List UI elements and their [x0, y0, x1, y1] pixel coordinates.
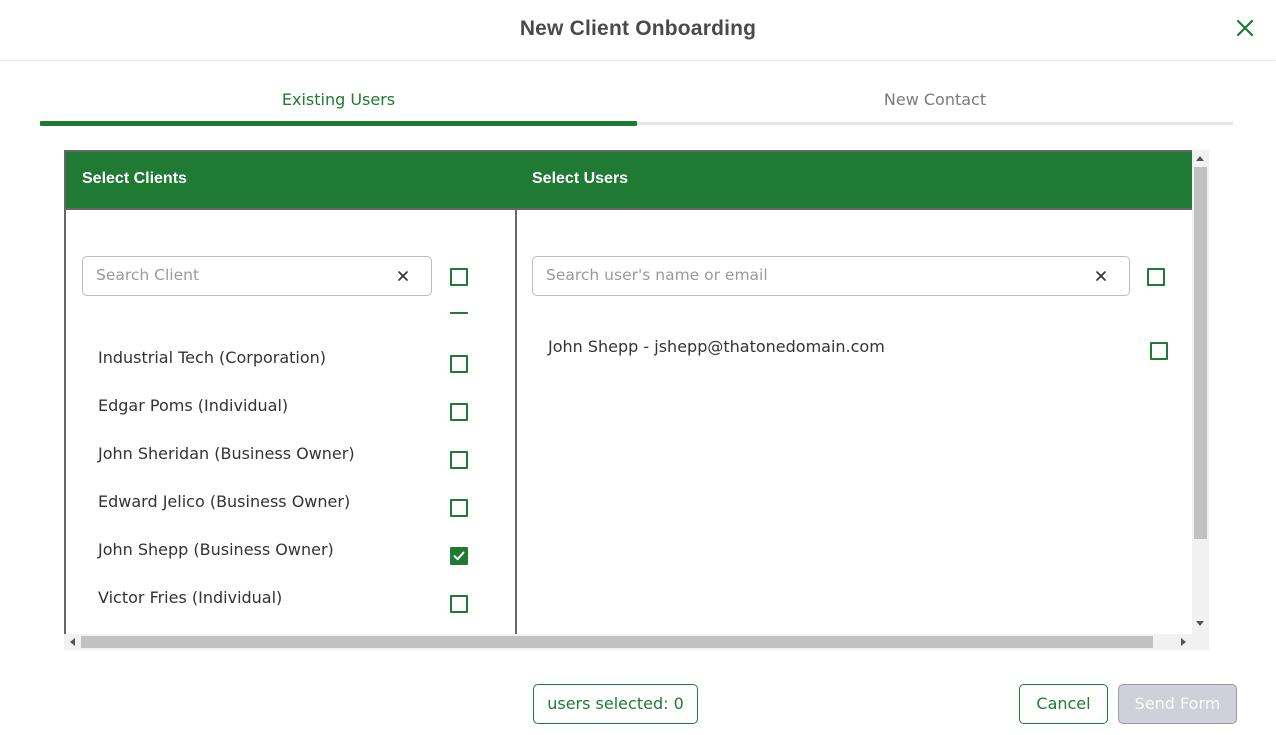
- dialog-title: New Client Onboarding: [519, 17, 757, 40]
- scroll-down-arrow-icon[interactable]: [1196, 621, 1204, 626]
- client-search-input[interactable]: [96, 266, 375, 284]
- client-label[interactable]: Edgar Poms (Individual): [98, 396, 288, 415]
- horizontal-scroll-thumb[interactable]: [81, 636, 1153, 648]
- clients-panel-header: Select Clients: [66, 152, 515, 210]
- client-label[interactable]: John Shepp (Business Owner): [98, 540, 334, 559]
- users-selected-counter: users selected: 0: [533, 684, 698, 724]
- client-checkbox[interactable]: [450, 595, 468, 613]
- scroll-left-arrow-icon[interactable]: [70, 638, 75, 646]
- selection-panels: Select Clients Industrial Tech (Corporat…: [64, 150, 1209, 650]
- select-all-clients-checkbox[interactable]: [450, 268, 468, 286]
- checkmark-icon: [453, 551, 465, 561]
- client-label[interactable]: Edward Jelico (Business Owner): [98, 492, 350, 511]
- user-label[interactable]: John Shepp - jshepp@thatonedomain.com: [548, 337, 885, 356]
- client-checkbox[interactable]: [450, 355, 468, 373]
- client-label[interactable]: John Sheridan (Business Owner): [98, 444, 355, 463]
- vertical-scrollbar[interactable]: [1192, 150, 1209, 634]
- tab-existing-users[interactable]: Existing Users: [40, 90, 637, 112]
- user-checkbox[interactable]: [1150, 342, 1168, 360]
- client-label[interactable]: Victor Fries (Individual): [98, 588, 282, 607]
- scroll-up-arrow-icon[interactable]: [1196, 156, 1204, 161]
- user-search-input[interactable]: [546, 266, 1023, 284]
- users-panel-title: Select Users: [532, 170, 629, 187]
- clear-client-search-icon[interactable]: [396, 269, 410, 283]
- users-panel-header: Select Users: [515, 152, 1193, 210]
- client-checkbox-checked[interactable]: [450, 547, 468, 565]
- tab-new-contact[interactable]: New Contact: [637, 90, 1233, 112]
- clients-panel: Select Clients Industrial Tech (Corporat…: [64, 150, 517, 634]
- client-checkbox[interactable]: [450, 403, 468, 421]
- client-search-box: [82, 256, 432, 296]
- client-checkbox-partial[interactable]: [450, 312, 468, 314]
- close-icon[interactable]: [1234, 17, 1256, 39]
- client-checkbox[interactable]: [450, 451, 468, 469]
- dialog-header: New Client Onboarding: [0, 0, 1276, 61]
- vertical-scroll-thumb[interactable]: [1194, 167, 1207, 539]
- clients-panel-title: Select Clients: [82, 170, 187, 187]
- clients-list: Industrial Tech (Corporation) Edgar Poms…: [66, 312, 515, 634]
- users-panel: Select Users John Shepp - jshepp@thatone…: [515, 150, 1193, 634]
- active-tab-indicator: [40, 121, 637, 126]
- horizontal-scrollbar[interactable]: [64, 634, 1209, 650]
- client-label[interactable]: Industrial Tech (Corporation): [98, 348, 326, 367]
- send-form-button[interactable]: Send Form: [1118, 684, 1237, 724]
- clear-user-search-icon[interactable]: [1094, 269, 1108, 283]
- scroll-right-arrow-icon[interactable]: [1181, 638, 1186, 646]
- cancel-button[interactable]: Cancel: [1019, 684, 1108, 724]
- select-all-users-checkbox[interactable]: [1147, 268, 1165, 286]
- user-search-box: [532, 256, 1130, 296]
- client-checkbox[interactable]: [450, 499, 468, 517]
